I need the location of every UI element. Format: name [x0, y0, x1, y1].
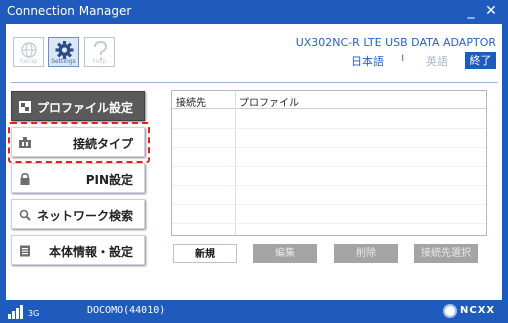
select-destination-button[interactable]: 接続先選択: [414, 244, 478, 263]
list-row-line: [172, 166, 486, 167]
exit-button[interactable]: 終了: [465, 52, 496, 69]
profile-icon: [19, 101, 31, 113]
logo-text: NCXX: [460, 305, 496, 316]
nav-label-network-search: ネットワーク検索: [36, 209, 133, 223]
list-header: 接続先 プロファイル: [172, 91, 486, 109]
minimize-button[interactable]: _: [462, 2, 480, 20]
profile-list[interactable]: 接続先 プロファイル: [171, 90, 487, 236]
language-separator: I: [401, 54, 404, 64]
search-icon: [19, 209, 31, 221]
language-english[interactable]: 英語: [426, 53, 448, 69]
help-toolbar-button[interactable]: Help: [84, 37, 115, 67]
nav-profile-settings[interactable]: プロファイル設定: [11, 91, 145, 121]
help-label: Help: [92, 58, 107, 65]
column-header-profile[interactable]: プロファイル: [239, 94, 299, 109]
connection-type-highlight: [8, 122, 150, 163]
device-name: UX302NC-R LTE USB DATA ADAPTOR: [295, 36, 496, 49]
list-row-line: [172, 147, 486, 148]
nav-network-search[interactable]: ネットワーク検索: [11, 199, 145, 229]
column-divider: [235, 91, 236, 235]
signal-strength-icon: [8, 305, 24, 319]
list-row-line: [172, 128, 486, 129]
nav-device-info[interactable]: 本体情報・設定: [11, 235, 145, 265]
nav-label-profile: プロファイル設定: [36, 101, 133, 115]
radio-technology: 3G: [28, 309, 40, 318]
network-operator: DOCOMO(44010): [87, 305, 166, 316]
setup-toolbar-button[interactable]: Setup: [13, 37, 44, 67]
lock-icon: [20, 173, 30, 185]
brand-logo: NCXX: [443, 304, 499, 319]
edit-button[interactable]: 編集: [253, 244, 317, 263]
list-row-line: [172, 185, 486, 186]
app-window: Connection Manager _ ✕ Setup Settings He…: [0, 0, 508, 323]
nav-pin-settings[interactable]: PIN設定: [11, 163, 145, 193]
setup-label: Setup: [19, 58, 38, 65]
language-japanese[interactable]: 日本語: [351, 53, 384, 69]
new-button[interactable]: 新規: [173, 244, 237, 263]
title-bar: Connection Manager _ ✕: [0, 0, 508, 24]
nav-label-pin: PIN設定: [85, 173, 133, 187]
list-row-line: [172, 223, 486, 224]
list-row-line: [172, 204, 486, 205]
logo-circle-icon: [443, 304, 457, 318]
window-title: Connection Manager: [7, 4, 132, 18]
main-body: Setup Settings Help UX302NC-R LTE USB DA…: [6, 24, 502, 300]
close-button[interactable]: ✕: [482, 2, 500, 20]
status-bar: 3G DOCOMO(44010) NCXX: [0, 300, 508, 323]
column-header-destination[interactable]: 接続先: [176, 94, 206, 109]
settings-toolbar-button[interactable]: Settings: [48, 37, 79, 67]
delete-button[interactable]: 削除: [334, 244, 398, 263]
nav-label-device-info: 本体情報・設定: [48, 245, 133, 259]
settings-label: Settings: [51, 58, 76, 65]
language-switcher: 日本語 I 英語: [258, 52, 458, 68]
header-divider: [11, 82, 498, 83]
info-list-icon: [20, 245, 30, 257]
